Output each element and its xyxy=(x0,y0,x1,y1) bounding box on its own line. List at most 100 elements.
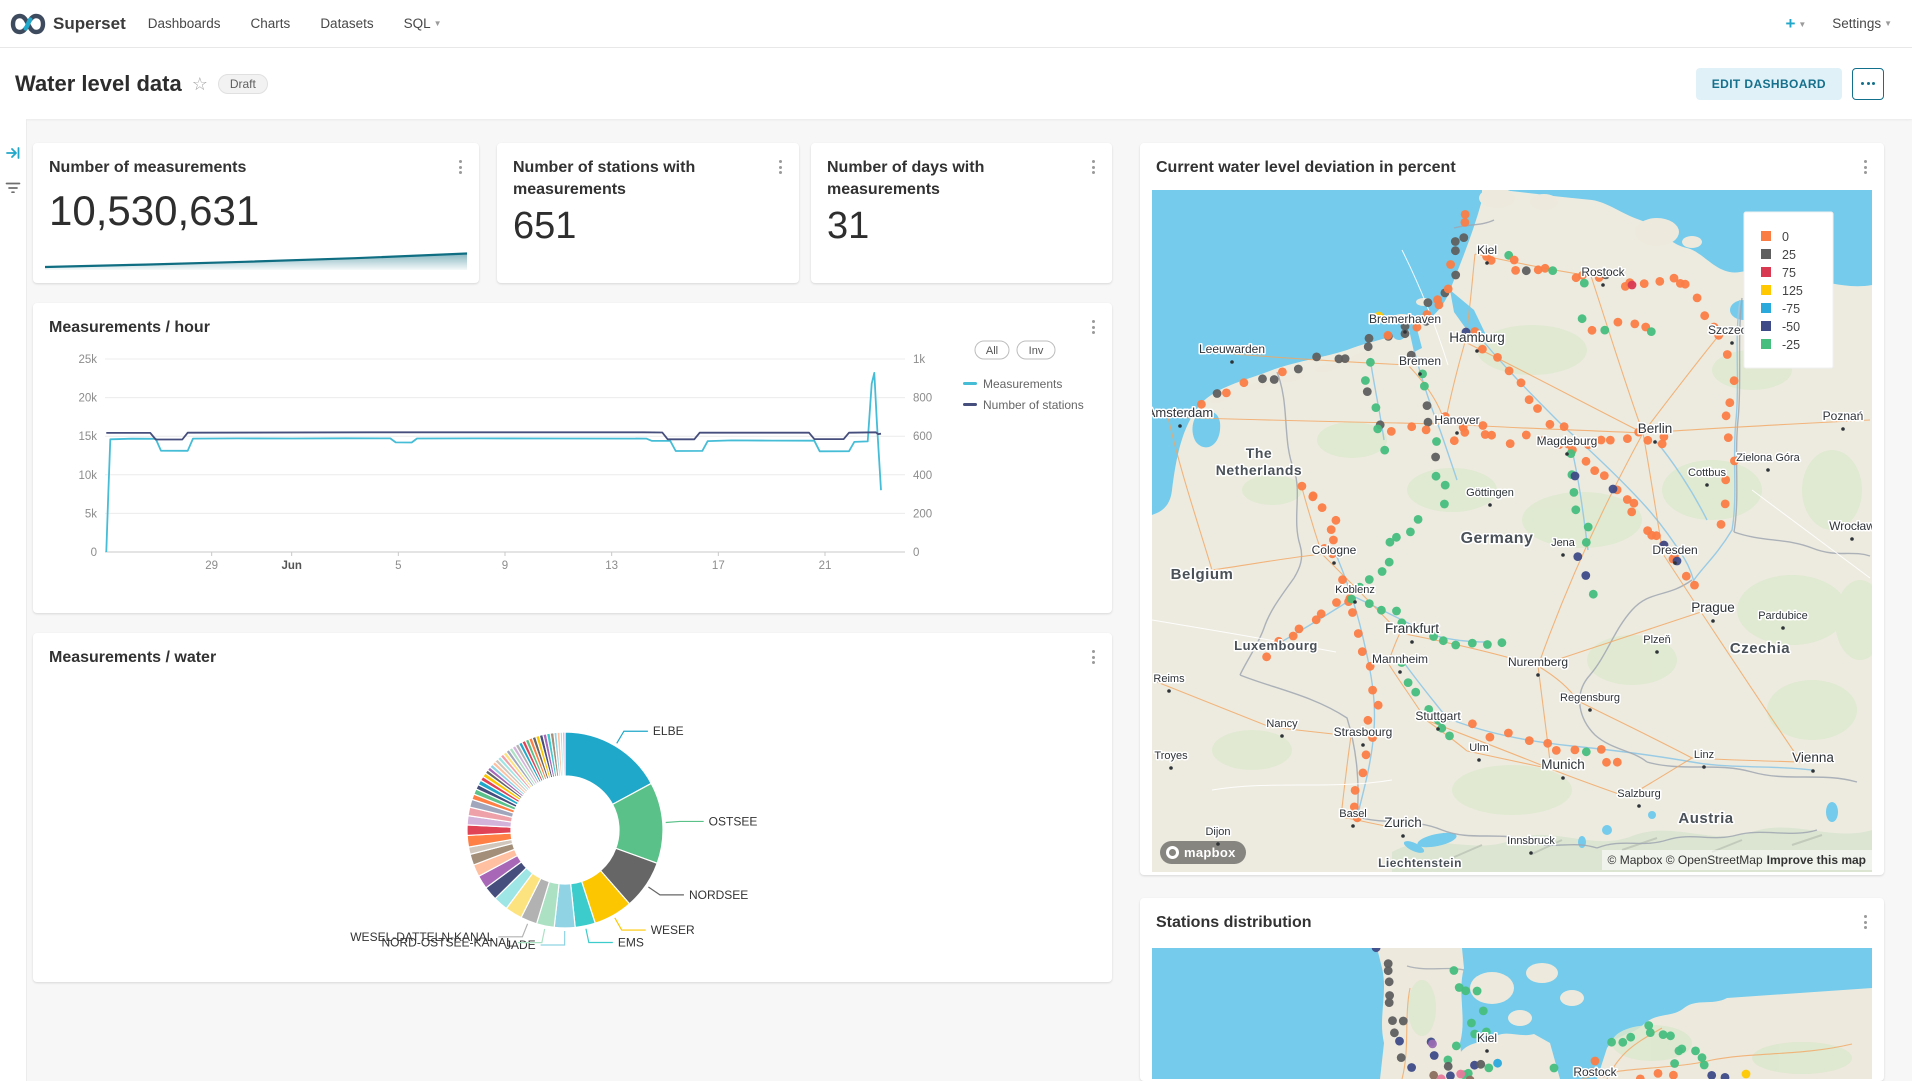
kebab-menu-icon[interactable] xyxy=(456,157,465,177)
svg-text:200: 200 xyxy=(913,508,932,520)
station-dot xyxy=(1724,433,1733,442)
station-dot xyxy=(1543,739,1552,748)
station-dot xyxy=(1359,769,1368,778)
station-dot xyxy=(1588,326,1597,335)
nav-sql[interactable]: SQL▼ xyxy=(404,16,442,31)
expand-filters-icon[interactable] xyxy=(5,145,21,161)
line-chart[interactable]: 005k20010k40015k60020k80025k1k29Jun59131… xyxy=(33,303,1112,613)
map-city-label: Leeuwarden xyxy=(1199,342,1265,356)
station-dot xyxy=(1675,1046,1684,1055)
station-dot xyxy=(1348,608,1357,617)
hour-chart-card: Measurements / hour 005k20010k40015k6002… xyxy=(33,303,1112,613)
map-city-label: Kiel xyxy=(1477,1031,1497,1045)
kpi-card-days: Number of days with measurements 31 xyxy=(811,143,1112,283)
station-dot xyxy=(1392,607,1401,616)
station-dot xyxy=(1452,1042,1461,1051)
map-city-label: Zurich xyxy=(1384,815,1422,830)
station-dot xyxy=(1390,1028,1399,1037)
station-dot xyxy=(1439,636,1448,645)
deviation-map[interactable]: TheNetherlandsBelgiumGermanyCzechiaAustr… xyxy=(1152,190,1872,872)
svg-text:29: 29 xyxy=(205,560,218,572)
improve-map-link[interactable]: Improve this map xyxy=(1767,853,1866,867)
station-dot xyxy=(1431,453,1440,462)
map-city-dot xyxy=(1565,452,1569,456)
station-dot xyxy=(1479,421,1488,430)
map-city-dot xyxy=(1455,431,1459,435)
svg-text:0: 0 xyxy=(913,547,919,559)
map-attribution: © Mapbox © OpenStreetMap Improve this ma… xyxy=(1602,850,1872,870)
map-city-label: Strasbourg xyxy=(1334,725,1393,739)
station-dot xyxy=(1338,575,1347,584)
svg-text:21: 21 xyxy=(819,560,832,572)
station-dot xyxy=(1451,246,1460,255)
stations-map-card: Stations distribution KielRosto xyxy=(1140,898,1884,1081)
map-city-dot xyxy=(1702,765,1706,769)
map-city-dot xyxy=(1655,650,1659,654)
mapbox-logo[interactable]: mapbox xyxy=(1160,841,1246,864)
station-dot xyxy=(1270,375,1279,384)
filter-icon[interactable] xyxy=(5,181,21,195)
station-dot xyxy=(1652,531,1661,540)
station-dot xyxy=(1341,354,1350,363)
station-dot xyxy=(1510,256,1519,265)
kebab-menu-icon[interactable] xyxy=(1861,157,1870,177)
station-dot xyxy=(1368,686,1377,695)
svg-text:17: 17 xyxy=(712,560,725,572)
stations-map[interactable]: KielRostock xyxy=(1152,948,1872,1079)
map-city-dot xyxy=(1841,427,1845,431)
kebab-menu-icon[interactable] xyxy=(1089,157,1098,177)
settings-menu[interactable]: Settings▼ xyxy=(1832,16,1892,31)
map-city-dot xyxy=(1477,758,1481,762)
station-dot xyxy=(1332,598,1341,607)
station-dot xyxy=(1351,786,1360,795)
map-city-dot xyxy=(1561,553,1565,557)
favorite-star-icon[interactable]: ☆ xyxy=(192,75,208,93)
map-city-dot xyxy=(1673,561,1677,565)
more-options-button[interactable] xyxy=(1852,68,1884,100)
top-navbar: Superset Dashboards Charts Datasets SQL▼… xyxy=(0,0,1912,48)
edit-dashboard-button[interactable]: EDIT DASHBOARD xyxy=(1696,68,1842,100)
legend-label: -25 xyxy=(1782,338,1800,352)
map-city-label: Berlin xyxy=(1638,421,1673,436)
map-city-label: Zielona Góra xyxy=(1736,452,1800,464)
map-title: Current water level deviation in percent xyxy=(1156,157,1840,179)
superset-logo[interactable]: Superset xyxy=(0,12,126,36)
station-dot xyxy=(1578,314,1587,323)
station-dot xyxy=(1258,374,1267,383)
station-dot xyxy=(1682,572,1691,581)
kebab-menu-icon[interactable] xyxy=(776,157,785,177)
station-dot xyxy=(1407,1063,1416,1072)
station-dot xyxy=(1450,966,1459,975)
donut-chart[interactable]: ELBEOSTSEENORDSEEWESEREMSJADENORD-OSTSEE… xyxy=(33,633,1112,982)
nav-datasets[interactable]: Datasets xyxy=(320,16,373,31)
station-dot xyxy=(1262,652,1271,661)
map-city-label: Dijon xyxy=(1205,826,1230,838)
nav-charts[interactable]: Charts xyxy=(251,16,291,31)
station-dot xyxy=(1742,1070,1751,1079)
station-dot xyxy=(1626,1033,1635,1042)
donut-label: EMS xyxy=(618,936,644,950)
legend-label: 75 xyxy=(1782,266,1796,280)
station-dot xyxy=(1614,318,1623,327)
map-city-dot xyxy=(1403,330,1407,334)
station-dot xyxy=(1451,271,1460,280)
map-city-label: Linz xyxy=(1694,749,1714,761)
map-city-label: Munich xyxy=(1541,757,1585,772)
svg-text:Jun: Jun xyxy=(281,560,301,572)
map-country-label: Luxembourg xyxy=(1234,638,1318,653)
station-dot xyxy=(1483,640,1492,649)
station-dot xyxy=(1441,481,1450,490)
station-dot xyxy=(1365,575,1374,584)
map-city-dot xyxy=(1230,360,1234,364)
chevron-down-icon: ▼ xyxy=(1884,19,1892,28)
new-item-button[interactable]: +▼ xyxy=(1785,14,1806,34)
kebab-menu-icon[interactable] xyxy=(1861,912,1870,932)
station-dot xyxy=(1607,1038,1616,1047)
station-dot xyxy=(1414,515,1423,524)
station-dot xyxy=(1654,1069,1663,1078)
nav-dashboards[interactable]: Dashboards xyxy=(148,16,221,31)
station-dot xyxy=(1481,430,1490,439)
donut-label: WESER xyxy=(651,923,695,937)
station-dot xyxy=(1630,499,1639,508)
station-dot xyxy=(1476,1060,1485,1069)
